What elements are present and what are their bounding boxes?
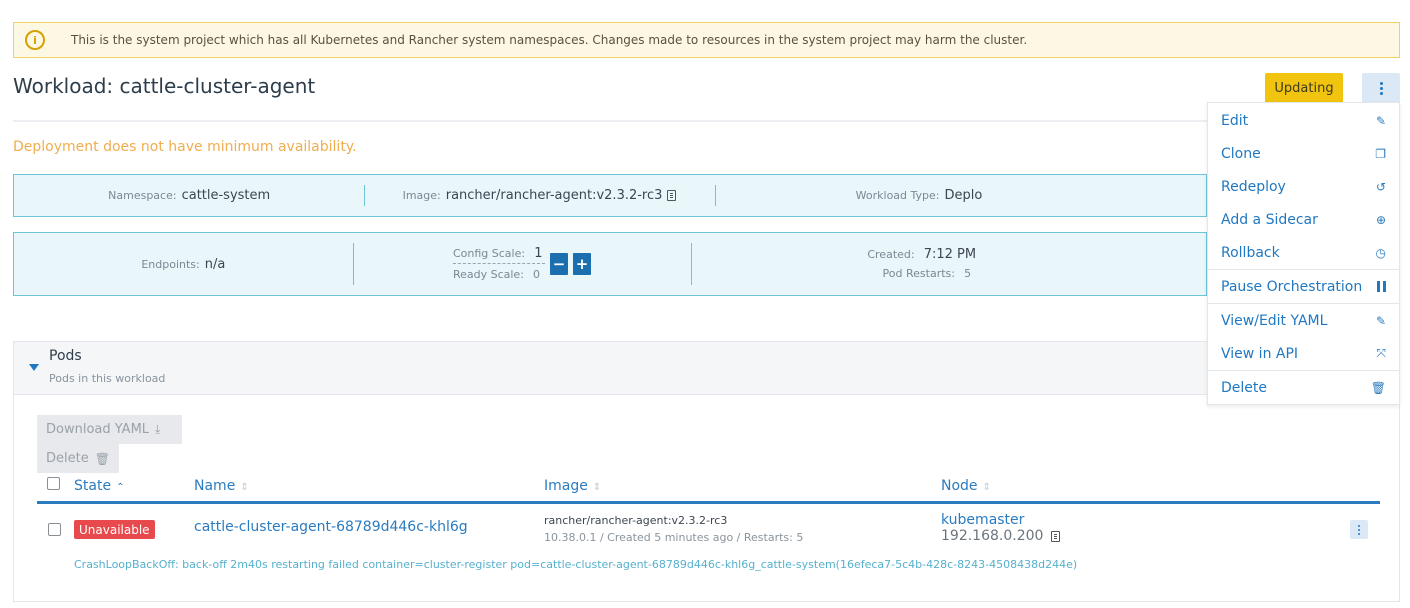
kebab-icon — [1379, 82, 1383, 95]
history-icon: ◷ — [1375, 245, 1386, 260]
row-actions-button[interactable] — [1350, 520, 1368, 539]
pods-panel-header[interactable]: Pods Pods in this workload — [14, 342, 1399, 395]
info-box-summary: Namespace: cattle-system Image: rancher/… — [13, 174, 1207, 217]
node-ip-value: 192.168.0.200 — [941, 528, 1044, 544]
endpoints-value: n/a — [204, 256, 226, 272]
pod-image-detail: 10.38.0.1 / Created 5 minutes ago / Rest… — [544, 531, 804, 544]
node-ip: 192.168.0.200 — [941, 528, 1061, 544]
menu-item-add-sidecar[interactable]: Add a Sidecar ⊕ — [1208, 203, 1399, 236]
sort-icon: ⇕ — [240, 482, 249, 493]
node-link[interactable]: kubemaster — [941, 512, 1024, 528]
copy-icon[interactable] — [1051, 530, 1061, 542]
scale-down-button[interactable]: − — [550, 253, 569, 275]
config-scale: Config Scale: 1 — [452, 246, 546, 264]
copy-icon[interactable] — [667, 190, 677, 201]
pod-error-message: CrashLoopBackOff: back-off 2m40s restart… — [74, 558, 1078, 571]
menu-item-view-in-api[interactable]: View in API ⤧ — [1208, 337, 1399, 370]
select-all-checkbox[interactable] — [47, 477, 60, 490]
row-checkbox[interactable] — [48, 523, 61, 536]
namespace-field: Namespace: cattle-system — [14, 175, 364, 216]
image-field: Image: rancher/rancher-agent:v2.3.2-rc3 — [364, 175, 714, 216]
pods-title: Pods — [49, 348, 82, 364]
pencil-icon: ✎ — [1375, 313, 1386, 328]
menu-item-view-edit-yaml[interactable]: View/Edit YAML ✎ — [1208, 304, 1399, 337]
menu-item-redeploy[interactable]: Redeploy ↺ — [1208, 170, 1399, 203]
plus-circle-icon: ⊕ — [1375, 212, 1386, 227]
ready-scale: Ready Scale: 0 — [453, 267, 545, 282]
banner-text: This is the system project which has all… — [71, 33, 1028, 47]
endpoints-field: Endpoints: n/a — [14, 233, 353, 295]
updating-status-button[interactable]: Updating — [1265, 73, 1343, 104]
download-icon: ⤓ — [155, 422, 161, 436]
trash-icon: 🗑 — [94, 451, 110, 466]
availability-warning: Deployment does not have minimum availab… — [13, 139, 357, 155]
pods-panel: Pods Pods in this workload Download YAML… — [13, 341, 1400, 602]
column-name[interactable]: Name ⇕ — [194, 478, 249, 494]
actions-dropdown-menu: Edit ✎ Clone ❐ Redeploy ↺ Add a Sidecar ⊕ Ro… — [1207, 102, 1400, 405]
created-value: 7:12 PM — [923, 247, 977, 262]
system-project-banner: i This is the system project which has a… — [13, 22, 1400, 58]
menu-item-rollback[interactable]: Rollback ◷ — [1208, 236, 1399, 269]
info-box-scale: Endpoints: n/a Config Scale: 1 Ready Sca… — [13, 232, 1207, 296]
sort-icon: ⇕ — [592, 482, 602, 493]
actions-menu-button[interactable] — [1362, 73, 1400, 104]
status-badge: Unavailable — [74, 520, 155, 539]
caret-down-icon[interactable] — [29, 364, 39, 371]
pods-subtitle: Pods in this workload — [49, 372, 166, 385]
pod-name-link[interactable]: cattle-cluster-agent-68789d446c-khl6g — [194, 519, 468, 535]
config-scale-label: Config Scale: — [452, 247, 526, 260]
config-scale-value: 1 — [534, 246, 543, 261]
namespace-value: cattle-system — [181, 188, 271, 203]
page-title: Workload: cattle-cluster-agent — [13, 74, 316, 98]
sort-asc-icon: ⌃ — [116, 482, 125, 493]
download-yaml-button[interactable]: Download YAML ⤓ — [37, 415, 182, 444]
menu-item-clone[interactable]: Clone ❐ — [1208, 137, 1399, 170]
sort-icon: ⇕ — [982, 482, 991, 493]
refresh-icon: ↺ — [1375, 179, 1386, 194]
bulk-delete-button[interactable]: Delete 🗑 — [37, 444, 119, 473]
pause-icon — [1377, 281, 1386, 292]
scale-field: Config Scale: 1 Ready Scale: 0 − + — [352, 233, 692, 295]
trash-icon: 🗑 — [1370, 380, 1386, 395]
menu-item-edit[interactable]: Edit ✎ — [1208, 104, 1399, 137]
external-link-icon: ⤧ — [1376, 346, 1386, 360]
image-value: rancher/rancher-agent:v2.3.2-rc3 — [445, 188, 663, 203]
workload-type-field: Workload Type: Deplo — [714, 175, 1206, 216]
title-divider — [13, 120, 1207, 122]
column-state[interactable]: State ⌃ — [74, 478, 124, 494]
namespace-label: Namespace: — [108, 189, 177, 202]
image-label: Image: — [402, 189, 441, 202]
scale-up-button[interactable]: + — [573, 253, 592, 275]
pod-restarts-value: 5 — [964, 267, 972, 280]
kebab-icon — [1358, 524, 1360, 535]
column-image[interactable]: Image ⇕ — [544, 478, 601, 494]
info-circle-icon: i — [25, 30, 45, 50]
pod-image: rancher/rancher-agent:v2.3.2-rc3 — [544, 514, 728, 527]
workload-type-label: Workload Type: — [855, 189, 940, 202]
copy-icon: ❐ — [1375, 146, 1386, 161]
ready-scale-value: 0 — [533, 268, 541, 281]
created-field: Created: 7:12 PM Pod Restarts: 5 — [691, 233, 1206, 295]
pods-table-header: State ⌃ Name ⇕ Image ⇕ Node ⇕ — [37, 472, 1380, 504]
created-label: Created: — [867, 248, 915, 261]
column-node[interactable]: Node ⇕ — [941, 478, 991, 494]
menu-item-delete[interactable]: Delete 🗑 — [1208, 371, 1399, 404]
download-yaml-label: Download YAML — [46, 422, 150, 437]
pencil-icon: ✎ — [1375, 113, 1386, 128]
bulk-delete-label: Delete — [46, 451, 89, 466]
ready-scale-label: Ready Scale: — [452, 268, 524, 281]
pod-restarts-label: Pod Restarts: — [882, 267, 955, 280]
workload-type-value: Deplo — [944, 188, 983, 203]
endpoints-label: Endpoints: — [141, 257, 200, 271]
menu-item-pause-orchestration[interactable]: Pause Orchestration — [1208, 270, 1399, 303]
